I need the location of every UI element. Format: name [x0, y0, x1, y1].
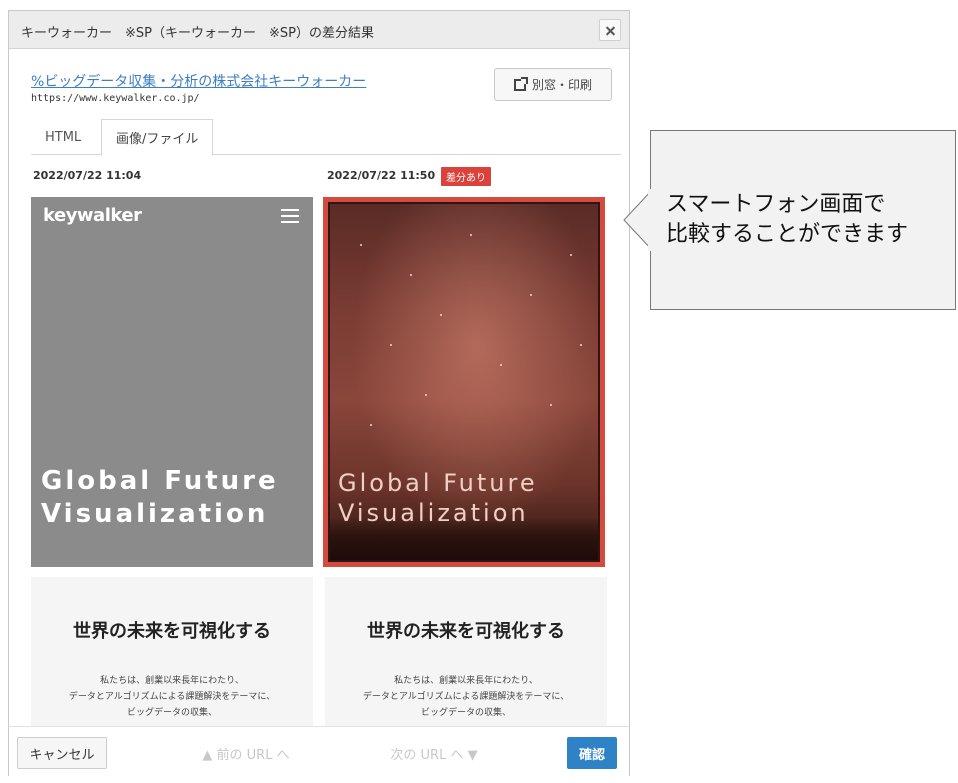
diff-badge: 差分あり: [441, 167, 491, 186]
body-line-2: データとアルゴリズムによる課題解決をテーマに、: [68, 692, 276, 702]
cancel-button[interactable]: キャンセル: [17, 737, 107, 769]
new-window-print-button[interactable]: 別窓・印刷: [494, 68, 612, 101]
hero-text: Global Future Visualization: [41, 465, 279, 530]
right-screenshot: Global Future Visualization: [323, 197, 605, 567]
site-link[interactable]: %ビッグデータ収集・分析の株式会社キーウォーカー: [31, 71, 366, 91]
left-screenshot: keywalker Global Future Visualization: [31, 197, 313, 567]
diff-result-dialog: キーウォーカー ※SP（キーウォーカー ※SP）の差分結果 %ビッグデータ収集・…: [8, 10, 630, 776]
previous-url-button[interactable]: ▲ 前の URL へ: [181, 737, 311, 769]
body-line-3: ビッグデータの収集、: [420, 708, 511, 718]
callout-line-2: 比較することができます: [666, 222, 909, 247]
link-icon: %: [31, 74, 45, 90]
dialog-footer: キャンセル ▲ 前の URL へ 次の URL へ ▼ 確認: [9, 726, 629, 776]
right-lower-section: 世界の未来を可視化する 私たちは、創業以来長年にわたり、 データとアルゴリズムに…: [325, 577, 607, 733]
hero-text: Global Future Visualization: [338, 468, 538, 528]
external-window-icon: [513, 76, 528, 91]
confirm-button[interactable]: 確認: [567, 737, 617, 769]
starry-sky-image: Global Future Visualization: [328, 202, 600, 562]
section-body: 私たちは、創業以来長年にわたり、 データとアルゴリズムによる課題解決をテーマに、…: [31, 673, 313, 721]
body-line-1: 私たちは、創業以来長年にわたり、: [100, 676, 244, 686]
hero-line-1: Global Future: [338, 469, 538, 497]
left-lower-section: 世界の未来を可視化する 私たちは、創業以来長年にわたり、 データとアルゴリズムに…: [31, 577, 313, 733]
keywalker-logo: keywalker: [43, 205, 142, 226]
body-line-1: 私たちは、創業以来長年にわたり、: [394, 676, 538, 686]
hamburger-menu-icon: [281, 209, 299, 223]
callout-annotation: スマートフォン画面で 比較することができます: [623, 130, 958, 310]
hero-line-2: Visualization: [338, 499, 529, 527]
right-capture-date: 2022/07/22 11:50: [327, 169, 436, 182]
body-line-3: ビッグデータの収集、: [126, 708, 217, 718]
site-link-label: ビッグデータ収集・分析の株式会社キーウォーカー: [44, 74, 367, 90]
section-title: 世界の未来を可視化する: [73, 621, 271, 642]
hero-line-2: Visualization: [41, 498, 269, 529]
tab-image-file[interactable]: 画像/ファイル: [101, 119, 214, 156]
tab-html[interactable]: HTML: [31, 119, 95, 155]
section-body: 私たちは、創業以来長年にわたり、 データとアルゴリズムによる課題解決をテーマに、…: [325, 673, 607, 721]
new-window-label: 別窓・印刷: [531, 78, 592, 92]
left-capture-date: 2022/07/22 11:04: [33, 169, 142, 182]
dialog-titlebar: キーウォーカー ※SP（キーウォーカー ※SP）の差分結果: [9, 11, 629, 49]
callout-line-1: スマートフォン画面で: [666, 192, 886, 217]
site-url: https://www.keywalker.co.jp/: [31, 93, 200, 104]
dialog-title: キーウォーカー ※SP（キーウォーカー ※SP）の差分結果: [21, 26, 374, 41]
next-url-button[interactable]: 次の URL へ ▼: [369, 737, 499, 769]
section-title: 世界の未来を可視化する: [367, 621, 565, 642]
hero-line-1: Global Future: [41, 466, 279, 496]
close-button[interactable]: [599, 19, 621, 41]
body-line-2: データとアルゴリズムによる課題解決をテーマに、: [362, 692, 570, 702]
callout-text: スマートフォン画面で 比較することができます: [666, 190, 908, 250]
view-tabs: HTML 画像/ファイル: [31, 119, 621, 156]
